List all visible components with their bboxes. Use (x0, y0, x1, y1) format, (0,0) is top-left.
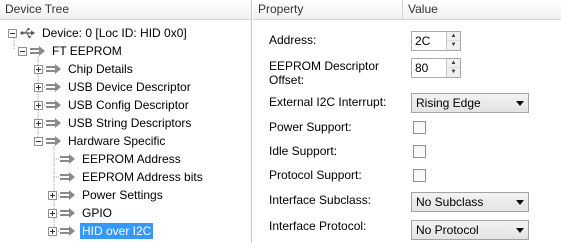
tree-node-label: Chip Details (68, 62, 133, 76)
tree-node-label: Device: 0 [Loc ID: HID 0x0] (42, 26, 187, 40)
tree-node-hid-over-i2c[interactable]: HID over I2C (48, 222, 154, 240)
interface-protocol-label: Interface Protocol: (269, 219, 367, 233)
tree-node-label: Hardware Specific (68, 134, 166, 148)
arrow-icon (60, 154, 75, 164)
idle-support-label: Idle Support: (269, 144, 338, 158)
expand-toggle-icon[interactable] (48, 226, 57, 236)
spin-up-icon[interactable]: ▲ (446, 32, 460, 41)
property-grid-pane: Property Value Address: 2C ▲ ▼ EEPROM De… (253, 0, 561, 243)
collapse-toggle-icon[interactable] (34, 136, 43, 146)
power-support-checkbox[interactable] (413, 121, 426, 134)
ext-interrupt-label: External I2C Interrupt: (269, 95, 387, 109)
tree-node-power-settings[interactable]: Power Settings (48, 186, 165, 204)
tree-node-eeprom-address-bits[interactable]: EEPROM Address bits (60, 168, 205, 186)
tree-node-ft-eeprom[interactable]: FT EEPROM (18, 42, 124, 60)
eeprom-offset-spinbox[interactable]: 80 ▲ ▼ (411, 58, 461, 78)
eeprom-offset-label-line2: Offset: (269, 73, 305, 87)
expand-toggle-icon[interactable] (34, 64, 43, 74)
tree-node-label: USB String Descriptors (68, 116, 192, 130)
arrow-icon (46, 100, 61, 110)
address-spin-buttons: ▲ ▼ (446, 32, 460, 50)
arrow-icon (60, 226, 75, 236)
tree-node-device-0[interactable]: Device: 0 [Loc ID: HID 0x0] (8, 24, 189, 42)
tree-node-usb-device-descriptor[interactable]: USB Device Descriptor (34, 78, 193, 96)
tree-node-label: EEPROM Address bits (82, 170, 203, 184)
power-support-label: Power Support: (269, 120, 352, 134)
arrow-icon (60, 190, 75, 200)
tree-node-usb-config-descriptor[interactable]: USB Config Descriptor (34, 96, 191, 114)
expand-toggle-icon[interactable] (34, 100, 43, 110)
ext-interrupt-value: Rising Edge (416, 96, 481, 110)
tree-node-gpio[interactable]: GPIO (48, 204, 114, 222)
address-label: Address: (269, 33, 317, 47)
protocol-support-label: Protocol Support: (269, 168, 362, 182)
device-tree-pane: Device Tree Device: 0 [Loc ID: HID 0x0] … (0, 0, 252, 243)
usb-icon (20, 28, 35, 39)
address-spinbox[interactable]: 2C ▲ ▼ (411, 31, 461, 51)
dropdown-arrow-icon[interactable] (516, 228, 524, 233)
tree-node-usb-string-descriptors[interactable]: USB String Descriptors (34, 114, 193, 132)
expand-toggle-icon[interactable] (48, 190, 57, 200)
ext-interrupt-dropdown[interactable]: Rising Edge (411, 93, 529, 113)
idle-support-checkbox[interactable] (413, 145, 426, 158)
arrow-icon (46, 136, 61, 146)
expand-toggle-icon[interactable] (34, 118, 43, 128)
arrow-icon (46, 82, 61, 92)
eeprom-offset-label-line1: EEPROM Descriptor (269, 59, 380, 73)
property-column-header[interactable]: Property (253, 0, 403, 20)
interface-subclass-label: Interface Subclass: (269, 193, 372, 207)
tree-node-hardware-specific[interactable]: Hardware Specific (34, 132, 167, 150)
arrow-icon (30, 46, 45, 56)
expand-toggle-icon[interactable] (48, 208, 57, 218)
interface-subclass-dropdown[interactable]: No Subclass (411, 192, 529, 212)
value-column-header[interactable]: Value (403, 0, 561, 20)
tree-node-chip-details[interactable]: Chip Details (34, 60, 135, 78)
tree-node-eeprom-address[interactable]: EEPROM Address (60, 150, 183, 168)
spin-down-icon[interactable]: ▼ (446, 41, 460, 50)
interface-protocol-dropdown[interactable]: No Protocol (411, 220, 529, 240)
interface-protocol-value: No Protocol (416, 223, 479, 237)
spin-down-icon[interactable]: ▼ (446, 68, 460, 77)
protocol-support-checkbox[interactable] (413, 169, 426, 182)
tree-node-label: FT EEPROM (52, 44, 122, 58)
tree-node-label: USB Device Descriptor (68, 80, 191, 94)
expand-toggle-icon[interactable] (34, 82, 43, 92)
eeprom-offset-spin-buttons: ▲ ▼ (446, 59, 460, 77)
spin-up-icon[interactable]: ▲ (446, 59, 460, 68)
tree-node-label: Power Settings (82, 188, 163, 202)
collapse-toggle-icon[interactable] (8, 28, 17, 38)
interface-subclass-value: No Subclass (416, 195, 484, 209)
collapse-toggle-icon[interactable] (18, 46, 27, 56)
arrow-icon (46, 118, 61, 128)
arrow-icon (60, 172, 75, 182)
tree-node-label: USB Config Descriptor (68, 98, 189, 112)
address-value[interactable]: 2C (415, 34, 430, 48)
tree-node-label: EEPROM Address (82, 152, 181, 166)
eeprom-offset-value[interactable]: 80 (415, 61, 428, 75)
arrow-icon (60, 208, 75, 218)
arrow-icon (46, 64, 61, 74)
dropdown-arrow-icon[interactable] (516, 101, 524, 106)
dropdown-arrow-icon[interactable] (516, 200, 524, 205)
tree-node-label: GPIO (82, 206, 113, 220)
tree-node-label-selected: HID over I2C (80, 223, 154, 239)
